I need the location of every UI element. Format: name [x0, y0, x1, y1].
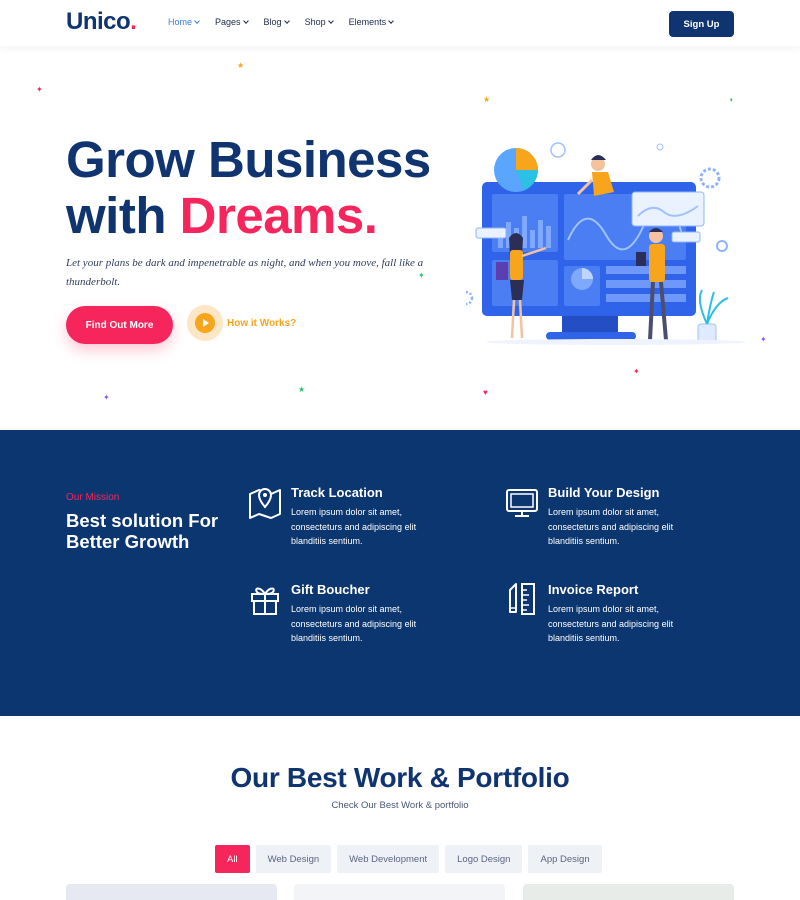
portfolio-card[interactable] — [523, 884, 734, 900]
feature-description: Lorem ipsum dolor sit amet, consecteturs… — [291, 507, 417, 546]
portfolio-card[interactable] — [294, 884, 505, 900]
chevron-down-icon — [242, 17, 249, 24]
filter-web-development[interactable]: Web Development — [337, 845, 440, 873]
star-decoration: ✦ — [633, 367, 640, 376]
star-decoration: ✦ — [103, 393, 110, 402]
play-icon[interactable] — [187, 305, 223, 341]
star-decoration: ✦ — [36, 85, 43, 94]
menu-item-elements[interactable]: Elements — [349, 17, 394, 27]
main-menu: Home Pages Blog Shop Elements — [168, 17, 409, 27]
menu-item-pages[interactable]: Pages — [215, 17, 249, 27]
feature-title: Build Your Design — [548, 485, 660, 500]
feature-title: Invoice Report — [548, 582, 639, 597]
mission-heading: Best solution For Better Growth — [66, 510, 219, 552]
map-pin-icon — [249, 488, 281, 519]
pencil-ruler-icon — [509, 583, 535, 615]
chevron-down-icon — [327, 17, 334, 24]
hero-title-highlight: Dreams. — [179, 187, 378, 244]
how-it-works-link[interactable]: How it Works? — [187, 305, 296, 341]
hero-title: Grow Business with Dreams. — [66, 131, 431, 244]
chevron-down-icon — [194, 17, 200, 24]
mission-section: Our Mission Best solution For Better Gro… — [0, 430, 800, 716]
star-decoration: ★ — [237, 61, 245, 70]
find-out-more-button[interactable]: Find Out More — [66, 306, 173, 344]
portfolio-filters: All Web Design Web Development Logo Desi… — [215, 845, 602, 873]
filter-all[interactable]: All — [215, 845, 250, 873]
hero-description: Let your plans be dark and impenetrable … — [66, 257, 424, 288]
portfolio-title: Our Best Work & Portfolio — [230, 762, 570, 793]
filter-web-design[interactable]: Web Design — [255, 845, 332, 873]
monitor-icon — [506, 489, 538, 517]
feature-description: Lorem ipsum dolor sit amet, consecteturs… — [291, 604, 417, 643]
portfolio-card[interactable] — [66, 884, 277, 900]
feature-title: Track Location — [291, 485, 383, 500]
star-decoration: ◗ — [729, 95, 734, 104]
gift-icon — [251, 587, 279, 615]
feature-title: Gift Boucher — [291, 582, 370, 597]
top-navbar: Unico. Home Pages Blog Shop Elements Sig… — [0, 0, 800, 46]
menu-item-home[interactable]: Home — [168, 17, 200, 27]
feature-description: Lorem ipsum dolor sit amet, consecteturs… — [548, 507, 674, 546]
menu-item-blog[interactable]: Blog — [264, 17, 290, 27]
star-decoration: ★ — [483, 95, 491, 104]
filter-logo-design[interactable]: Logo Design — [445, 845, 523, 873]
star-decoration: ★ — [298, 385, 306, 394]
chevron-down-icon — [283, 17, 290, 24]
chevron-down-icon — [388, 17, 394, 24]
mission-label: Our Mission — [66, 492, 120, 503]
sign-up-button[interactable]: Sign Up — [669, 11, 734, 37]
hero-illustration — [466, 142, 746, 345]
site-logo[interactable]: Unico. — [66, 8, 137, 36]
star-decoration: ♥ — [483, 388, 488, 397]
feature-description: Lorem ipsum dolor sit amet, consecteturs… — [548, 604, 674, 643]
menu-item-shop[interactable]: Shop — [305, 17, 334, 27]
portfolio-subtitle: Check Our Best Work & portfolio — [331, 800, 469, 811]
filter-app-design[interactable]: App Design — [528, 845, 602, 873]
